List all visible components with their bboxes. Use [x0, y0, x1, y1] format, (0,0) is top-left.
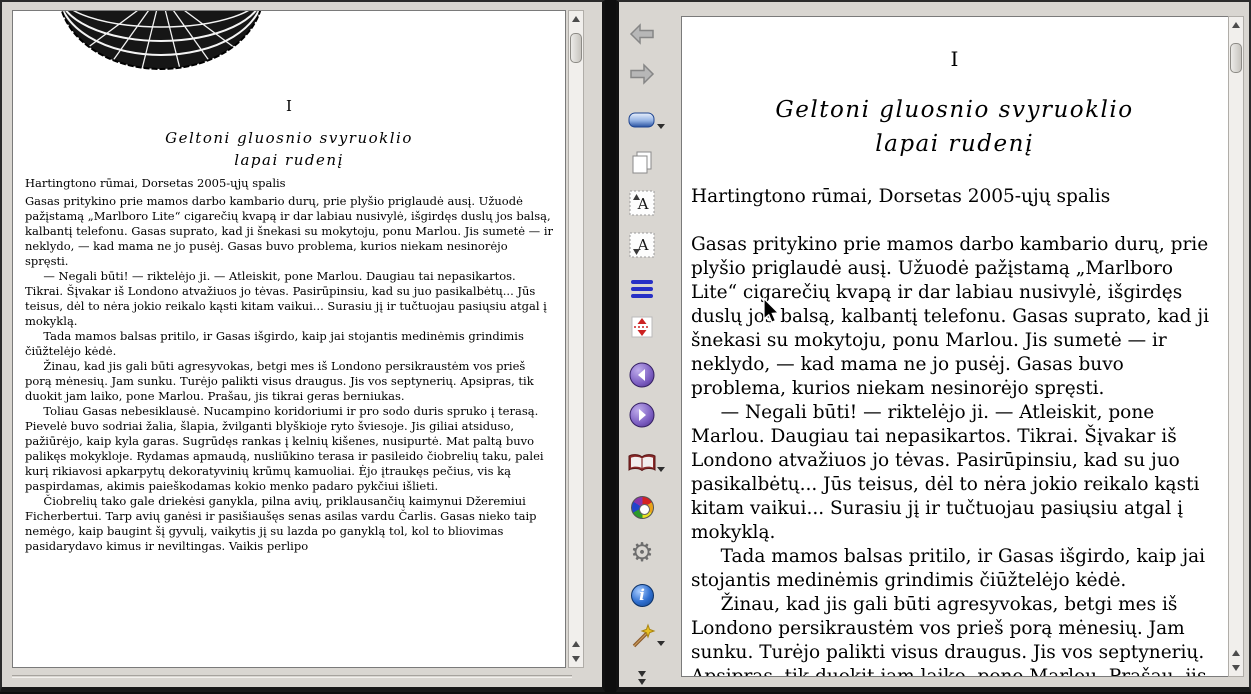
chapter-number: I — [286, 97, 292, 115]
view-mode-icon — [628, 112, 655, 128]
vertical-scrollbar[interactable] — [1228, 16, 1244, 677]
book-page-left[interactable]: I Geltoni gluosnio svyruoklio lapai rude… — [12, 10, 566, 668]
font-increase-button[interactable]: A — [621, 185, 663, 221]
chevron-down-icon — [657, 641, 665, 646]
up-arrow-icon — [1232, 22, 1240, 28]
mouse-cursor — [763, 297, 780, 324]
circle-right-arrow-icon — [629, 402, 655, 428]
font-decrease-button[interactable]: A — [621, 227, 663, 263]
reader-toolbar: A A ⚙ i — [619, 2, 679, 694]
line-spacing-button[interactable] — [621, 271, 663, 307]
info-button[interactable]: i — [621, 577, 663, 613]
paragraph: Tada mamos balsas pritilo, ir Gasas išgi… — [25, 329, 524, 358]
down-arrow-icon — [1232, 665, 1240, 671]
vertical-scrollbar[interactable] — [568, 10, 584, 668]
paragraph: — Negali būti! — riktelėjo ji. — Atleisk… — [691, 402, 1200, 543]
paragraph: Čiobrelių tako gale driekėsi ganykla, pi… — [25, 494, 537, 553]
view-mode-button[interactable] — [621, 102, 665, 138]
paragraph: Tada mamos balsas pritilo, ir Gasas išgi… — [691, 546, 1206, 591]
open-book-button[interactable] — [621, 445, 665, 481]
fit-height-icon — [631, 316, 653, 338]
pages-icon — [632, 151, 652, 174]
scroll-up-button-bottom[interactable] — [1229, 646, 1243, 660]
up-arrow-icon — [572, 16, 580, 22]
circle-left-arrow-icon — [629, 362, 655, 388]
chapter-illustration — [25, 11, 553, 75]
chapter-number: I — [950, 47, 959, 71]
scrollbar-thumb[interactable] — [570, 33, 582, 63]
paragraph: Toliau Gasas nebesiklausė. Nucampino kor… — [25, 404, 544, 493]
tools-button[interactable] — [621, 619, 665, 655]
forward-arrow-icon — [630, 63, 655, 85]
back-arrow-icon — [629, 23, 654, 45]
forward-button[interactable] — [621, 56, 663, 92]
dateline: Hartingtono rūmai, Dorsetas 2005-ųjų spa… — [691, 186, 1111, 207]
paragraph: — Negali būti! — riktelėjo ji. — Atleisk… — [25, 269, 547, 328]
open-book-icon — [628, 454, 656, 472]
font-increase-icon: A — [629, 190, 655, 216]
info-icon: i — [630, 583, 654, 607]
reader-window-right: A A ⚙ i I Geltoni gluosnio svyruoklio la… — [616, 0, 1251, 692]
scroll-down-button[interactable] — [569, 652, 583, 666]
font-decrease-icon: A — [629, 232, 655, 258]
previous-page-button[interactable] — [621, 357, 663, 393]
color-wheel-icon — [630, 495, 654, 519]
book-text: Gasas pritykino prie mamos darbo kambari… — [25, 194, 553, 554]
paragraph: Žinau, kad jis gali būti agresyvokas, be… — [25, 359, 534, 403]
line-spacing-icon — [631, 277, 653, 301]
settings-button[interactable]: ⚙ — [621, 535, 663, 571]
gear-icon: ⚙ — [630, 538, 654, 568]
info-letter: i — [639, 586, 645, 604]
chapter-title-line1: Geltoni gluosnio svyruoklio — [775, 97, 1134, 123]
paragraph: Gasas pritykino prie mamos darbo kambari… — [25, 194, 554, 268]
scroll-up-button[interactable] — [1229, 18, 1243, 32]
dateline: Hartingtono rūmai, Dorsetas 2005-ųjų spa… — [25, 176, 286, 190]
fit-height-button[interactable] — [621, 309, 663, 345]
chevron-down-icon — [638, 679, 646, 685]
up-arrow-icon — [1232, 650, 1240, 656]
horizontal-scrollbar-track[interactable] — [12, 675, 572, 678]
chevron-down-icon — [638, 671, 646, 677]
chapter-title-line1: Geltoni gluosnio svyruoklio — [165, 129, 413, 147]
chevron-down-icon — [657, 124, 665, 129]
paragraph: Žinau, kad jis gali būti agresyvokas, be… — [691, 594, 1207, 677]
balloon-engraving-icon — [59, 11, 263, 70]
chapter-title-line2: lapai rudenį — [234, 151, 344, 169]
magic-wand-icon — [632, 623, 656, 648]
scroll-up-button[interactable] — [569, 12, 583, 26]
toolbar-overflow-button[interactable] — [633, 670, 651, 686]
scroll-down-button[interactable] — [1229, 661, 1243, 675]
color-settings-button[interactable] — [621, 489, 663, 525]
up-arrow-icon — [572, 641, 580, 647]
copy-page-button[interactable] — [621, 144, 663, 180]
scroll-up-button-bottom[interactable] — [569, 637, 583, 651]
chevron-down-icon — [657, 467, 665, 472]
back-button[interactable] — [621, 16, 663, 52]
scrollbar-thumb[interactable] — [1230, 43, 1242, 73]
chapter-title-line2: lapai rudenį — [875, 131, 1034, 157]
reader-window-left: I Geltoni gluosnio svyruoklio lapai rude… — [0, 0, 605, 692]
down-arrow-icon — [572, 656, 580, 662]
next-page-button[interactable] — [621, 397, 663, 433]
book-page-right[interactable]: I Geltoni gluosnio svyruoklio lapai rude… — [681, 16, 1229, 677]
